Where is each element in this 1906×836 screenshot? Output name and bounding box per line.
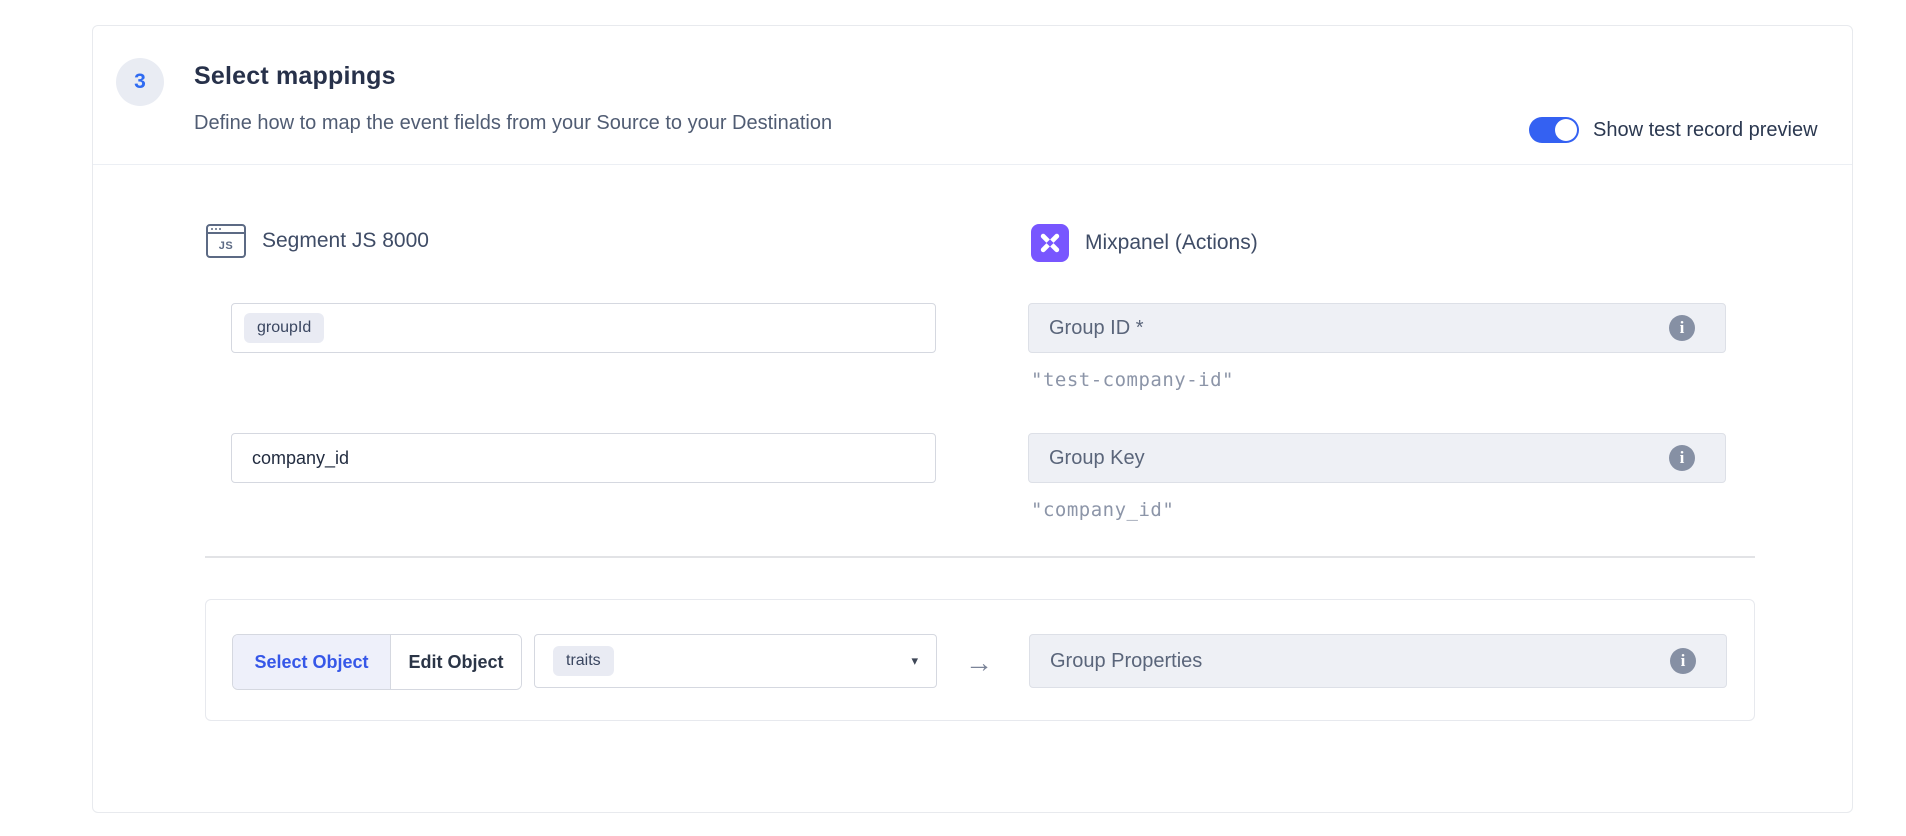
object-mode-segmented-control: Select Object Edit Object (232, 634, 522, 690)
preview-toggle[interactable] (1529, 117, 1579, 143)
source-name: Segment JS 8000 (262, 229, 429, 253)
destination-field-group-id: Group ID * i (1028, 303, 1726, 353)
source-field-text-input[interactable] (244, 448, 923, 469)
field-token-chip[interactable]: groupId (244, 313, 324, 343)
js-icon-label: JS (208, 235, 244, 256)
step-badge: 3 (116, 58, 164, 106)
mixpanel-icon (1031, 224, 1069, 262)
page-title: Select mappings (194, 62, 396, 91)
destination-header: Mixpanel (Actions) (1031, 224, 1258, 262)
destination-field-group-properties: Group Properties i (1029, 634, 1727, 688)
page-subtitle: Define how to map the event fields from … (194, 112, 832, 135)
section-divider (205, 556, 1755, 558)
object-mapping-card: Select Object Edit Object traits ▾ → Gro… (205, 599, 1755, 721)
source-field-input-group-id[interactable]: groupId (231, 303, 936, 353)
dropdown-value-chip[interactable]: traits (553, 646, 614, 676)
destination-field-label: Group Key (1049, 447, 1669, 470)
browser-js-icon: JS (206, 224, 246, 258)
info-icon[interactable]: i (1669, 445, 1695, 471)
preview-toggle-label: Show test record preview (1593, 119, 1818, 142)
toggle-knob-icon (1555, 119, 1577, 141)
test-preview-value: "test-company-id" (1031, 369, 1234, 391)
destination-field-label: Group ID * (1049, 317, 1669, 340)
destination-field-group-key: Group Key i (1028, 433, 1726, 483)
step-number: 3 (134, 70, 146, 94)
arrow-right-icon: → (962, 647, 996, 679)
info-icon[interactable]: i (1669, 315, 1695, 341)
test-record-preview-control: Show test record preview (1529, 117, 1818, 143)
header-divider (93, 164, 1852, 165)
info-icon[interactable]: i (1670, 648, 1696, 674)
edit-object-button[interactable]: Edit Object (391, 635, 521, 689)
destination-field-label: Group Properties (1050, 650, 1670, 673)
source-header: JS Segment JS 8000 (206, 224, 429, 258)
caret-down-icon: ▾ (911, 653, 918, 669)
source-field-input-group-key[interactable] (231, 433, 936, 483)
mappings-card: 3 Select mappings Define how to map the … (92, 25, 1853, 813)
select-object-button[interactable]: Select Object (233, 635, 391, 689)
object-path-dropdown[interactable]: traits ▾ (534, 634, 937, 688)
test-preview-value: "company_id" (1031, 499, 1174, 521)
destination-name: Mixpanel (Actions) (1085, 231, 1258, 255)
